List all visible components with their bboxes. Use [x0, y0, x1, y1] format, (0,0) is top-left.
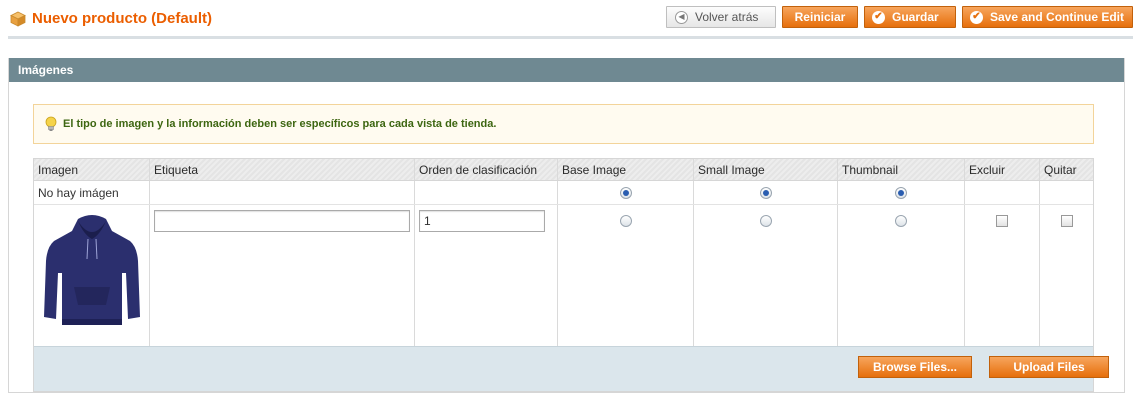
gallery-footer: Browse Files... Upload Files	[34, 346, 1109, 391]
empty-cell	[965, 181, 1040, 204]
browse-files-button[interactable]: Browse Files...	[858, 356, 972, 378]
column-header-quitar: Quitar	[1044, 162, 1077, 177]
header-divider	[8, 36, 1133, 39]
save-and-continue-label: Save and Continue Edit	[990, 10, 1125, 24]
exclude-checkbox[interactable]	[996, 215, 1008, 227]
column-header-orden: Orden de clasificación	[415, 159, 558, 180]
radio-selected-dot	[762, 189, 769, 196]
column-header-excluir: Excluir	[965, 159, 1040, 180]
lightbulb-icon	[45, 116, 57, 131]
no-image-label: No hay imágen	[34, 181, 150, 204]
box-icon	[10, 11, 26, 27]
column-header-imagen: Imagen	[34, 159, 150, 180]
images-section: Imágenes El tipo de imagen y la informac…	[8, 58, 1125, 393]
page-header: Nuevo producto (Default) ◀ Volver atrás …	[0, 0, 1133, 40]
base-image-radio-none[interactable]	[619, 186, 632, 199]
column-header-base-image: Base Image	[558, 159, 694, 180]
save-and-continue-button[interactable]: ✔ Save and Continue Edit	[962, 6, 1133, 28]
title-wrap: Nuevo producto (Default)	[10, 10, 212, 27]
table-header-row: Imagen Etiqueta Orden de clasificación B…	[34, 159, 1093, 181]
small-image-cell	[694, 205, 838, 346]
column-header-small-image: Small Image	[694, 159, 838, 180]
column-header-etiqueta: Etiqueta	[150, 159, 415, 180]
thumbnail-cell	[838, 205, 965, 346]
page-title: Nuevo producto (Default)	[32, 10, 212, 27]
base-image-radio[interactable]	[619, 215, 632, 227]
notice-box: El tipo de imagen y la información deben…	[33, 104, 1094, 144]
hoodie-image	[44, 215, 140, 325]
image-gallery-table: Imagen Etiqueta Orden de clasificación B…	[33, 158, 1109, 392]
thumbnail-cell	[838, 181, 965, 204]
small-image-radio[interactable]	[759, 215, 772, 227]
label-cell	[150, 205, 415, 346]
back-arrow-icon: ◀	[675, 10, 688, 24]
image-cell	[34, 205, 150, 346]
table-row: 1	[34, 205, 1093, 346]
base-image-cell	[558, 205, 694, 346]
upload-files-button[interactable]: Upload Files	[989, 356, 1109, 378]
remove-checkbox[interactable]	[1060, 215, 1073, 227]
thumbnail-radio-none[interactable]	[895, 186, 907, 199]
back-button-label: Volver atrás	[695, 10, 759, 24]
exclude-cell	[965, 205, 1040, 346]
radio-selected-dot	[898, 189, 904, 196]
sort-order-input[interactable]: 1	[419, 210, 545, 232]
empty-cell	[1040, 181, 1093, 204]
table-row: No hay imágen	[34, 181, 1093, 205]
small-image-cell	[694, 181, 838, 204]
section-title[interactable]: Imágenes	[9, 58, 1124, 82]
base-image-cell	[558, 181, 694, 204]
thumbnail-radio[interactable]	[895, 215, 907, 227]
back-button[interactable]: ◀ Volver atrás	[666, 6, 776, 28]
check-icon: ✔	[872, 10, 885, 24]
reset-button-label: Reiniciar	[794, 10, 846, 24]
empty-cell	[415, 181, 558, 204]
image-label-input[interactable]	[154, 210, 410, 232]
radio-selected-dot	[622, 189, 629, 196]
small-image-radio-none[interactable]	[759, 186, 772, 199]
check-icon: ✔	[970, 10, 983, 24]
reset-button[interactable]: Reiniciar	[782, 6, 858, 28]
column-header-thumbnail: Thumbnail	[838, 159, 965, 180]
sort-order-cell: 1	[415, 205, 558, 346]
save-button[interactable]: ✔ Guardar	[864, 6, 956, 28]
empty-cell	[150, 181, 415, 204]
notice-text: El tipo de imagen y la información deben…	[63, 118, 497, 130]
remove-cell	[1040, 205, 1093, 346]
save-button-label: Guardar	[892, 10, 939, 24]
